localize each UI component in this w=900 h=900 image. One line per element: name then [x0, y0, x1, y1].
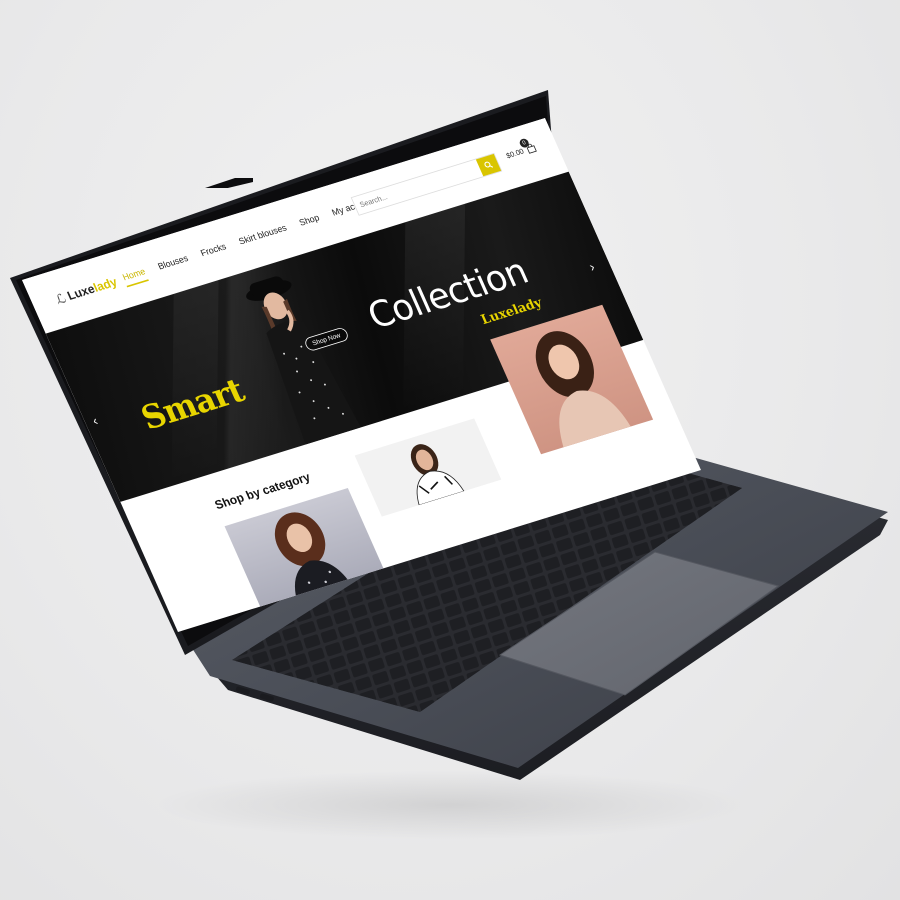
nav-item-blouses[interactable]: Blouses: [157, 254, 192, 277]
cart[interactable]: $0.00 0: [504, 137, 538, 161]
cart-amount: $0.00: [504, 146, 526, 160]
carousel-next-icon[interactable]: ›: [587, 260, 597, 275]
category-image: [354, 418, 502, 517]
logo-text: Luxelady: [65, 275, 120, 304]
site-logo[interactable]: ℒ Luxelady: [53, 274, 120, 307]
hero-model-image: [246, 276, 361, 445]
nav-item-home[interactable]: Home: [121, 266, 150, 288]
scene: ℒ Luxelady Home Blouses Frocks Skirt blo…: [0, 0, 900, 900]
search-icon: [484, 161, 494, 168]
carousel-prev-icon[interactable]: ‹: [91, 414, 101, 429]
nav-item-skirt-blouses[interactable]: Skirt blouses: [237, 223, 290, 251]
nav-item-frocks[interactable]: Frocks: [199, 242, 230, 263]
search-input[interactable]: [353, 164, 482, 211]
nav-item-shop[interactable]: Shop: [298, 213, 323, 233]
category-tile[interactable]: [354, 418, 502, 517]
camera-notch: [205, 178, 253, 188]
search-button[interactable]: [475, 153, 502, 177]
